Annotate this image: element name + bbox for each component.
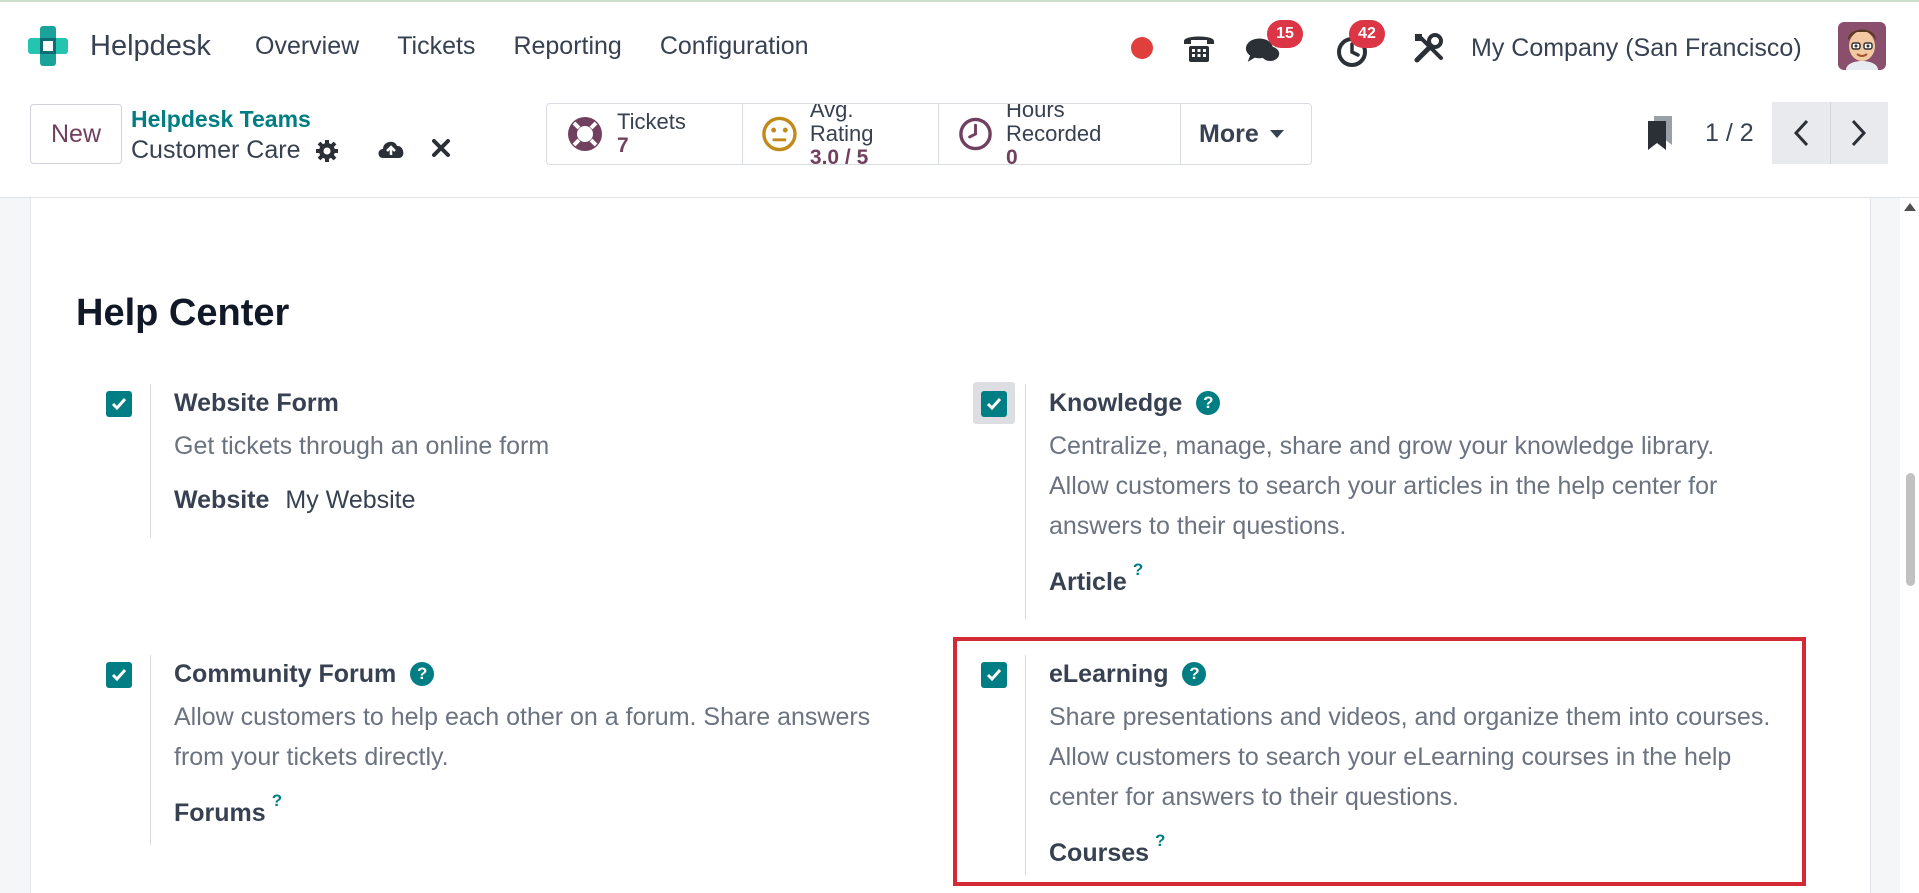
smart-button-tickets[interactable]: Tickets 7	[547, 104, 743, 164]
messages-button[interactable]: 15	[1245, 20, 1303, 74]
gear-icon	[316, 140, 338, 162]
control-panel: New Helpdesk Teams Customer Care Tickets…	[0, 92, 1919, 198]
save-button[interactable]	[376, 136, 406, 165]
new-button[interactable]: New	[30, 104, 122, 164]
close-icon	[432, 139, 450, 157]
checkmark-icon	[111, 669, 127, 682]
website-field-label: Website	[174, 486, 270, 514]
clock-icon	[959, 117, 992, 151]
top-navbar: Helpdesk Overview Tickets Reporting Conf…	[0, 0, 1919, 92]
smart-button-label: Avg. Rating	[809, 103, 874, 146]
smart-buttons: Tickets 7 Avg. Rating 3.0 / 5 Hours Reco…	[546, 103, 1312, 165]
pager-previous-button[interactable]	[1771, 102, 1830, 164]
website-form-checkbox[interactable]	[106, 391, 132, 417]
setting-title: Website Form	[174, 389, 339, 417]
smart-button-value: 7	[617, 134, 629, 157]
setting-title: Community Forum	[174, 660, 397, 688]
debug-tools-button[interactable]	[1411, 22, 1447, 74]
lifebuoy-icon	[568, 117, 602, 151]
main-menu: Overview Tickets Reporting Configuration	[255, 32, 809, 61]
setting-description-line: Allow customers to help each other on a …	[174, 703, 871, 731]
setting-title: Knowledge	[1049, 389, 1183, 417]
recording-dot-icon	[1131, 37, 1153, 59]
field-help-icon[interactable]: ?	[272, 791, 282, 811]
smart-button-avg-rating[interactable]: Avg. Rating 3.0 / 5	[743, 104, 939, 164]
pager: 1 / 2	[1645, 102, 1888, 164]
breadcrumb-current-label: Customer Care	[131, 136, 301, 164]
elearning-highlight-box	[953, 637, 1806, 886]
setting-divider	[150, 384, 151, 538]
activities-badge: 42	[1349, 20, 1385, 48]
setting-knowledge: Knowledge ? Centralize, manage, share an…	[981, 384, 1801, 631]
knowledge-checkbox[interactable]	[981, 391, 1007, 417]
pager-value[interactable]: 1 / 2	[1705, 119, 1754, 148]
pager-next-button[interactable]	[1829, 102, 1888, 164]
menu-configuration[interactable]: Configuration	[660, 32, 809, 61]
setting-description-line: Allow customers to search your articles …	[1049, 472, 1718, 500]
menu-overview[interactable]: Overview	[255, 32, 359, 61]
bookmarks-icon[interactable]	[1645, 115, 1675, 151]
setting-description-line: answers to their questions.	[1049, 512, 1347, 540]
record-settings-button[interactable]	[315, 139, 339, 168]
user-avatar[interactable]	[1838, 22, 1886, 70]
breadcrumb-current: Customer Care	[131, 136, 301, 165]
tools-icon	[1414, 33, 1443, 63]
smart-button-hours-recorded[interactable]: Hours Recorded 0	[939, 104, 1181, 164]
forums-field-label: Forums	[174, 799, 266, 827]
helpdesk-cross-icon	[26, 24, 70, 68]
field-help-icon[interactable]: ?	[1133, 560, 1143, 580]
neutral-face-icon	[762, 116, 797, 152]
smart-button-label: Hours Recorded	[1006, 103, 1102, 146]
scroll-up-arrow-icon[interactable]	[1904, 203, 1916, 211]
more-label: More	[1199, 119, 1259, 148]
company-switcher[interactable]: My Company (San Francisco)	[1471, 34, 1802, 63]
help-question-icon[interactable]: ?	[1196, 391, 1221, 415]
setting-website-form: Website Form Get tickets through an onli…	[106, 384, 906, 551]
article-field-label: Article	[1049, 568, 1127, 596]
menu-reporting[interactable]: Reporting	[513, 32, 621, 61]
scrollbar-thumb[interactable]	[1906, 473, 1915, 586]
app-name: Helpdesk	[90, 29, 211, 62]
phone-icon	[1184, 36, 1214, 62]
menu-tickets[interactable]: Tickets	[397, 32, 475, 61]
recording-indicator[interactable]	[1125, 22, 1179, 74]
setting-divider	[1025, 384, 1026, 619]
setting-community-forum: Community Forum ? Allow customers to hel…	[106, 655, 926, 852]
smart-button-value: 3.0 / 5	[809, 146, 869, 165]
systray: 15 42 My Company (San Francisco)	[1125, 20, 1802, 74]
smart-button-label: Tickets	[617, 109, 686, 134]
setting-divider	[150, 655, 151, 845]
community-forum-checkbox[interactable]	[106, 662, 132, 688]
checkmark-icon	[111, 398, 127, 411]
caret-down-icon	[1269, 130, 1284, 138]
phone-button[interactable]	[1179, 22, 1219, 74]
activities-button[interactable]: 42	[1335, 20, 1385, 74]
setting-description-line: Centralize, manage, share and grow your …	[1049, 432, 1715, 460]
messages-badge: 15	[1267, 20, 1303, 48]
checkmark-icon	[986, 398, 1002, 411]
app-brand[interactable]: Helpdesk	[26, 24, 211, 68]
more-dropdown[interactable]: More	[1181, 104, 1311, 164]
chevron-left-icon	[1793, 119, 1808, 147]
section-title: Help Center	[76, 292, 290, 334]
record-actions	[376, 136, 452, 165]
smart-button-value: 0	[1006, 146, 1018, 165]
website-field-value[interactable]: My Website	[285, 486, 415, 515]
discard-button[interactable]	[430, 137, 452, 164]
setting-description: Get tickets through an online form	[174, 432, 550, 460]
setting-description-line: from your tickets directly.	[174, 743, 449, 771]
cloud-upload-icon	[378, 141, 404, 158]
chevron-right-icon	[1852, 119, 1867, 147]
help-question-icon[interactable]: ?	[410, 662, 435, 686]
breadcrumb-parent[interactable]: Helpdesk Teams	[131, 106, 311, 133]
